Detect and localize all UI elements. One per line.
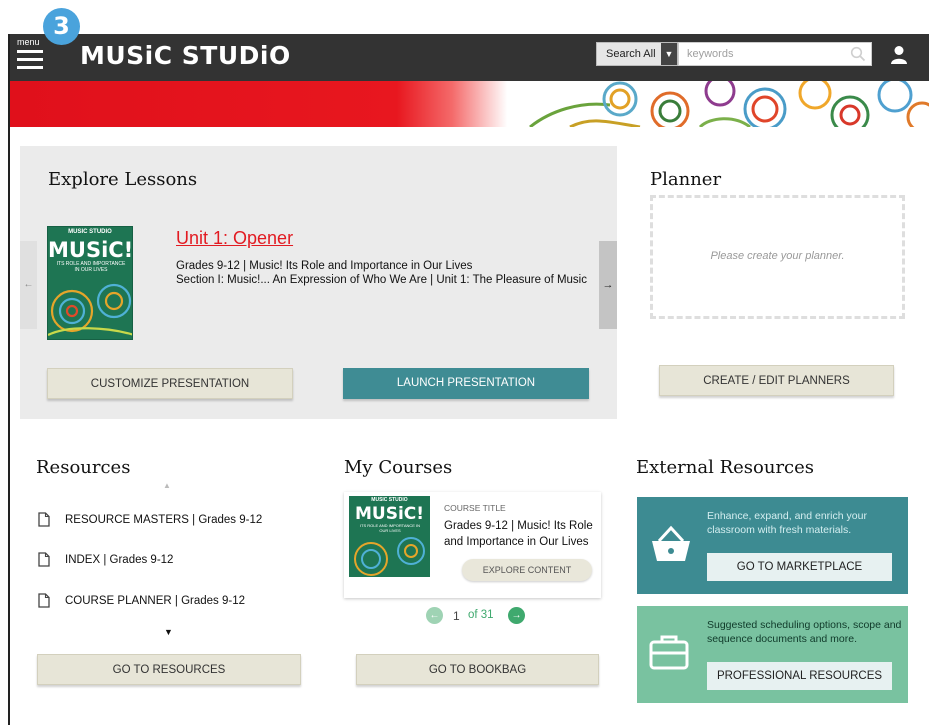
document-icon [38, 552, 50, 567]
marketplace-description: Enhance, expand, and enrich your classro… [707, 510, 867, 536]
resource-item-masters[interactable]: RESOURCE MASTERS | Grades 9-12 [38, 512, 298, 528]
book-cover-image[interactable]: MUSIC STUDIO MUSiC! ITS ROLE AND IMPORTA… [47, 226, 133, 340]
explore-content-button[interactable]: EXPLORE CONTENT [462, 559, 592, 581]
search-scope-value: Search All [606, 48, 656, 60]
go-to-resources-button[interactable]: GO TO RESOURCES [37, 654, 301, 685]
hamburger-icon-line [17, 66, 43, 69]
app-window: menu MUSiC STUDiO Search All ▼ keywords … [8, 34, 929, 725]
unit-section-line: Section I: Music!... An Expression of Wh… [176, 274, 587, 286]
hamburger-icon-line [17, 58, 43, 61]
unit-link[interactable]: Unit 1: Opener [176, 228, 293, 249]
my-courses-title: My Courses [344, 457, 453, 478]
header-banner [10, 81, 929, 127]
go-to-marketplace-button[interactable]: GO TO MARKETPLACE [707, 553, 892, 581]
external-resources-title: External Resources [636, 457, 815, 478]
hamburger-icon [17, 50, 43, 53]
course-book-cover-image[interactable]: MUSIC STUDIO MUSiC! ITS ROLE AND IMPORTA… [349, 496, 430, 577]
menu-label: menu [17, 37, 40, 47]
course-card: MUSIC STUDIO MUSiC! ITS ROLE AND IMPORTA… [344, 492, 601, 598]
shopping-basket-icon [652, 525, 690, 561]
explore-lessons-panel: Explore Lessons ← → MUSIC STUDIO MUSiC! … [20, 146, 617, 419]
next-page-button[interactable]: → [508, 607, 525, 624]
go-to-bookbag-button[interactable]: GO TO BOOKBAG [356, 654, 599, 685]
planner-title: Planner [650, 169, 722, 190]
book-series-label: MUSIC STUDIO [68, 229, 112, 235]
carousel-next-button[interactable]: → [599, 241, 617, 329]
scroll-up-icon[interactable]: ▲ [163, 481, 171, 490]
customize-presentation-button[interactable]: CUSTOMIZE PRESENTATION [47, 368, 293, 399]
book-title: MUSiC! [48, 238, 133, 262]
planner-empty-text: Please create your planner. [710, 250, 845, 262]
planner-placeholder: Please create your planner. [650, 195, 905, 319]
search-input[interactable] [678, 42, 872, 66]
explore-lessons-title: Explore Lessons [48, 169, 198, 190]
professional-resources-card: Suggested scheduling options, scope and … [637, 606, 908, 703]
scroll-down-icon[interactable]: ▼ [164, 627, 173, 637]
page-total: of 31 [468, 609, 494, 621]
app-logo[interactable]: MUSiC STUDiO [80, 41, 291, 70]
search-scope-dropdown[interactable]: Search All ▼ [596, 42, 678, 66]
menu-button[interactable]: menu [16, 36, 46, 76]
professional-resources-button[interactable]: PROFESSIONAL RESOURCES [707, 662, 892, 690]
course-pagination: ← 1 of 31 → [426, 607, 536, 625]
book-series-label: MUSIC STUDIO [371, 497, 408, 503]
decorative-pattern-image [529, 81, 929, 127]
course-title-label: COURSE TITLE [444, 503, 506, 513]
professional-resources-description: Suggested scheduling options, scope and … [707, 619, 902, 645]
resources-title: Resources [36, 457, 131, 478]
unit-description: Grades 9-12 | Music! Its Role and Import… [176, 259, 587, 287]
course-name: Grades 9-12 | Music! Its Role and Import… [444, 520, 593, 548]
resource-item-index[interactable]: INDEX | Grades 9-12 [38, 552, 238, 568]
create-edit-planners-button[interactable]: CREATE / EDIT PLANNERS [659, 365, 894, 396]
unit-grades-line: Grades 9-12 | Music! Its Role and Import… [176, 260, 473, 272]
book-pattern-art [48, 283, 132, 336]
document-icon [38, 512, 50, 527]
marketplace-card: Enhance, expand, and enrich your classro… [637, 497, 908, 594]
chevron-down-icon: ▼ [661, 43, 677, 65]
book-title: MUSiC! [354, 504, 425, 524]
resource-item-label: RESOURCE MASTERS | Grades 9-12 [65, 514, 263, 526]
top-navigation-bar: menu MUSiC STUDiO Search All ▼ [10, 34, 929, 81]
book-pattern-art [354, 537, 425, 576]
search-icon[interactable] [850, 46, 866, 62]
document-icon [38, 593, 50, 608]
resource-item-label: INDEX | Grades 9-12 [65, 554, 174, 566]
resource-item-course-planner[interactable]: COURSE PLANNER | Grades 9-12 [38, 593, 298, 609]
user-account-icon[interactable] [890, 45, 908, 65]
current-page-number: 1 [453, 609, 460, 623]
step-number-badge: 3 [43, 8, 80, 45]
launch-presentation-button[interactable]: LAUNCH PRESENTATION [343, 368, 589, 399]
carousel-prev-button[interactable]: ← [20, 241, 37, 329]
resource-item-label: COURSE PLANNER | Grades 9-12 [65, 595, 246, 607]
previous-page-button[interactable]: ← [426, 607, 443, 624]
briefcase-icon [649, 635, 689, 670]
